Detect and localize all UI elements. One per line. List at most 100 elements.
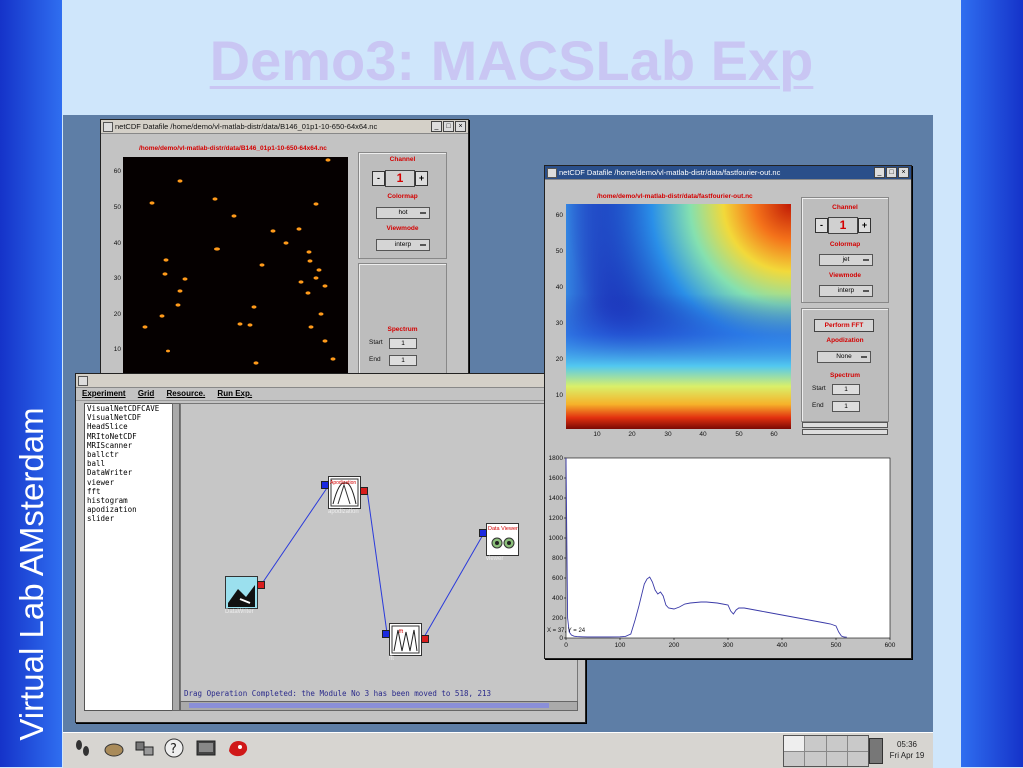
end-input[interactable]: 1: [832, 401, 860, 412]
colormap-select[interactable]: jet: [819, 254, 873, 266]
channel-label: Channel: [832, 204, 858, 211]
list-item[interactable]: MRIScanner: [87, 441, 174, 450]
list-item[interactable]: HeadSlice: [87, 422, 174, 431]
increment-button[interactable]: +: [858, 218, 871, 233]
netcdf-window-fft[interactable]: netCDF Datafile /home/demo/vl-matlab-dis…: [544, 165, 912, 659]
minimize-icon[interactable]: _: [874, 167, 885, 178]
module-list[interactable]: VisualNetCDFCAVE VisualNetCDF HeadSlice …: [84, 403, 175, 711]
footprint-icon[interactable]: [69, 737, 95, 763]
list-item[interactable]: ball: [87, 459, 174, 468]
slide-title: Demo3: MACSLab Exp: [209, 29, 814, 92]
maximize-icon[interactable]: □: [443, 121, 454, 132]
list-item[interactable]: VisualNetCDF: [87, 413, 174, 422]
window-menu-icon[interactable]: [547, 168, 557, 178]
palette-icon[interactable]: [101, 737, 127, 763]
output-port[interactable]: [257, 581, 265, 589]
maximize-icon[interactable]: □: [886, 167, 897, 178]
workspace-4[interactable]: [847, 736, 868, 751]
start-input[interactable]: 1: [389, 338, 417, 349]
viewmode-select[interactable]: interp: [376, 239, 430, 251]
window-menu-icon[interactable]: [103, 122, 113, 132]
increment-button[interactable]: +: [415, 171, 428, 186]
start-input[interactable]: 1: [832, 384, 860, 395]
list-item[interactable]: VisualNetCDFCAVE: [87, 404, 174, 413]
netscape-icon[interactable]: [225, 737, 251, 763]
list-item[interactable]: histogram: [87, 496, 174, 505]
window-titlebar[interactable]: netCDF Datafile /home/demo/vl-matlab-dis…: [545, 166, 911, 180]
list-item[interactable]: apodization: [87, 505, 174, 514]
close-icon[interactable]: ×: [898, 167, 909, 178]
netcdf-window-b146[interactable]: netCDF Datafile /home/demo/vl-matlab-dis…: [100, 119, 469, 376]
workspace-1[interactable]: [784, 736, 805, 751]
list-item[interactable]: MRItoNetCDF: [87, 432, 174, 441]
y-tick: 10: [113, 346, 121, 353]
workspace-8[interactable]: [847, 751, 868, 766]
fft-module[interactable]: fft: [389, 623, 422, 656]
output-port[interactable]: [421, 635, 429, 643]
menu-run-exp[interactable]: Run Exp.: [217, 389, 252, 398]
experiment-editor-window[interactable]: Experiment Grid Resource. Run Exp. Visua…: [75, 373, 586, 723]
list-scrollbar[interactable]: [172, 403, 180, 711]
fft-heatmap[interactable]: [566, 204, 791, 429]
list-item[interactable]: fft: [87, 487, 174, 496]
channel-stepper[interactable]: - 1 +: [372, 170, 428, 187]
output-port[interactable]: [360, 487, 368, 495]
workspace-3[interactable]: [826, 736, 847, 751]
network-icon[interactable]: [131, 737, 157, 763]
workspace-5[interactable]: [784, 751, 805, 766]
close-icon[interactable]: ×: [455, 121, 466, 132]
minimize-icon[interactable]: _: [431, 121, 442, 132]
list-item[interactable]: ballctr: [87, 450, 174, 459]
end-input[interactable]: 1: [389, 355, 417, 366]
workspace-7[interactable]: [826, 751, 847, 766]
terminal-icon[interactable]: [193, 737, 219, 763]
workspace-pager[interactable]: [783, 735, 869, 767]
menu-resource[interactable]: Resource.: [167, 389, 206, 398]
workspace-6[interactable]: [805, 751, 826, 766]
channel-value[interactable]: 1: [385, 170, 415, 187]
horizontal-scrollbar[interactable]: [180, 701, 578, 711]
list-item[interactable]: viewer: [87, 478, 174, 487]
list-item[interactable]: slider: [87, 514, 174, 523]
apodization-module[interactable]: Apodization: [328, 476, 361, 509]
window-title: netCDF Datafile /home/demo/vl-matlab-dis…: [115, 122, 378, 131]
datawriter-module[interactable]: [225, 576, 258, 609]
lock-icon[interactable]: [869, 738, 883, 764]
viewer-module[interactable]: Data Viewer: [486, 523, 519, 556]
input-port[interactable]: [382, 630, 390, 638]
window-titlebar[interactable]: [76, 374, 585, 388]
menu-grid[interactable]: Grid: [138, 389, 154, 398]
workflow-canvas[interactable]: DataWriter Apodization apodization fft f…: [180, 403, 578, 705]
decrement-button[interactable]: -: [815, 218, 828, 233]
scroll-thumb[interactable]: [189, 703, 549, 708]
range-slider-top[interactable]: [802, 422, 888, 428]
colormap-select[interactable]: hot: [376, 207, 430, 219]
datawriter-icon: [226, 577, 257, 608]
apodization-label: Apodization: [826, 337, 864, 344]
channel-value[interactable]: 1: [828, 217, 858, 234]
range-slider-bottom[interactable]: [802, 429, 888, 435]
x-tick-label: 300: [723, 642, 734, 649]
taskbar: ? 05:36 Fri Apr 19: [63, 732, 933, 768]
colormap-control-panel: Channel - 1 + Colormap jet Viewmode inte…: [801, 197, 889, 303]
menu-experiment[interactable]: Experiment: [82, 389, 126, 398]
perform-fft-button[interactable]: Perform FFT: [814, 319, 874, 332]
help-icon[interactable]: ?: [161, 737, 187, 763]
window-menu-icon[interactable]: [78, 376, 88, 386]
x-tick: 20: [628, 431, 636, 438]
input-port[interactable]: [321, 481, 329, 489]
y-tick-label: 1200: [549, 515, 564, 522]
apodization-select[interactable]: None: [817, 351, 871, 363]
input-port[interactable]: [479, 529, 487, 537]
window-titlebar[interactable]: netCDF Datafile /home/demo/vl-matlab-dis…: [101, 120, 468, 134]
left-sidebar-band: Virtual Lab AMsterdam: [0, 0, 62, 767]
y-tick: 60: [555, 212, 563, 219]
y-tick: 60: [113, 168, 121, 175]
workspace-2[interactable]: [805, 736, 826, 751]
viewmode-select[interactable]: interp: [819, 285, 873, 297]
spectrum-line-chart[interactable]: 0 200 400 600 800 1000 1200 1400 1600 1800 0 100 200…: [545, 452, 905, 652]
decrement-button[interactable]: -: [372, 171, 385, 186]
list-item[interactable]: DataWriter: [87, 468, 174, 477]
particle-image[interactable]: [123, 157, 348, 374]
channel-stepper[interactable]: - 1 +: [815, 217, 871, 234]
